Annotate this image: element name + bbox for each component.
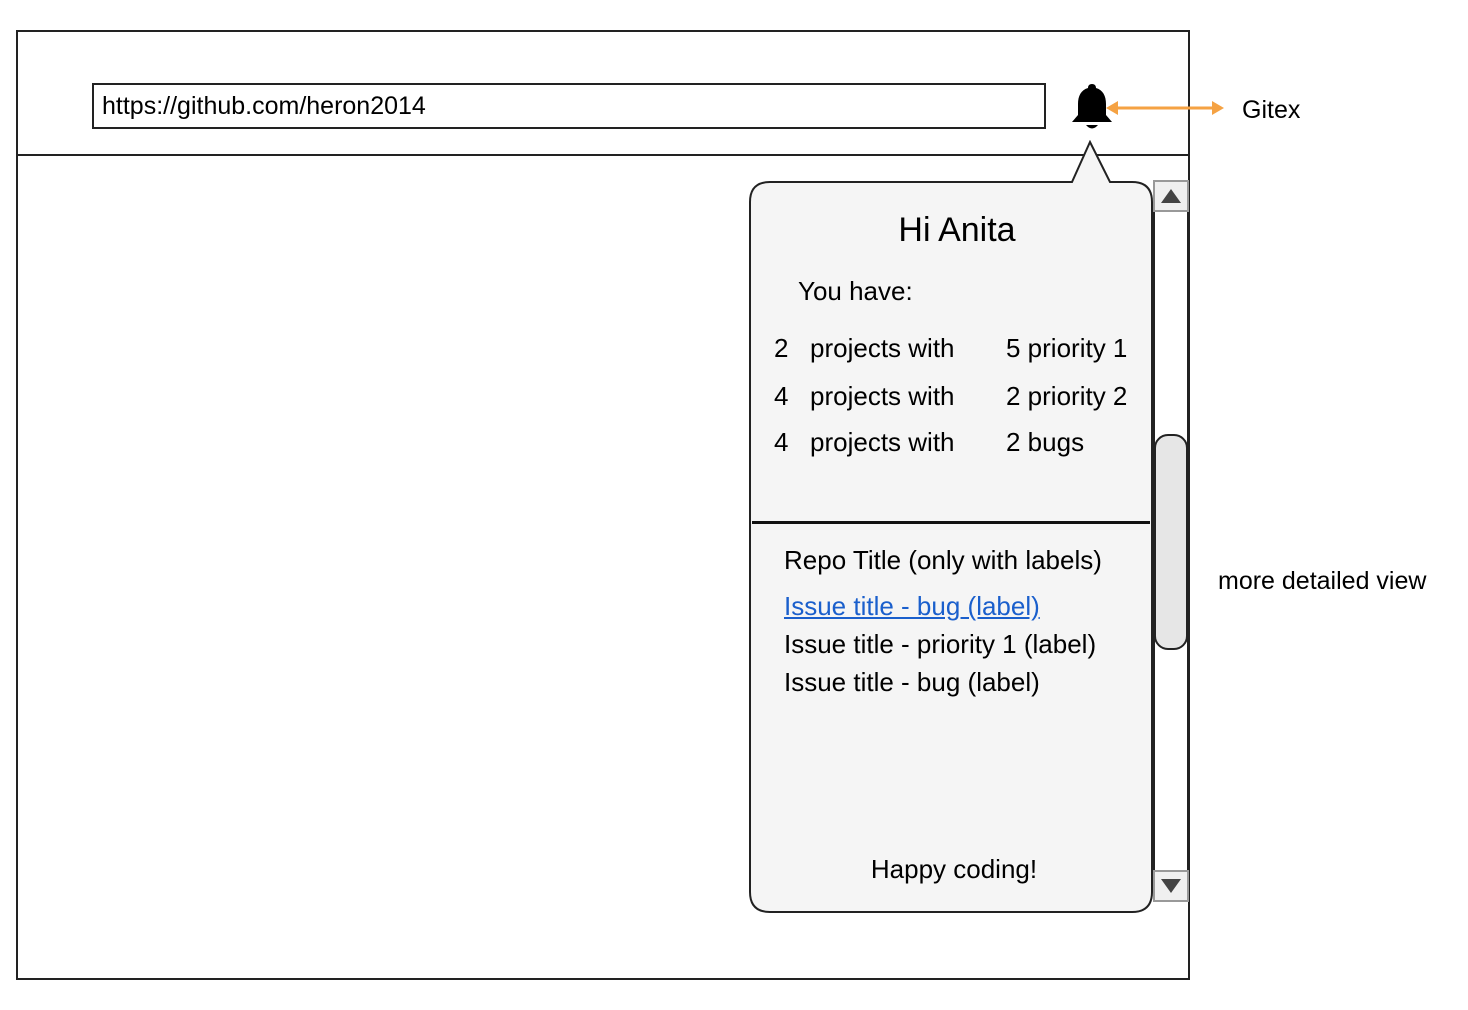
issue-item: Issue title - priority 1 (label) [784, 629, 1097, 659]
url-bar[interactable]: https://github.com/heron2014 [92, 83, 1046, 129]
notification-popup: Hi Anita You have: 2 projects with 5 pri… [752, 180, 1150, 910]
scroll-down-button[interactable] [1153, 870, 1189, 902]
scroll-thumb[interactable] [1154, 434, 1188, 650]
stat-row: 2 projects with 5 priority 1 [752, 332, 1150, 364]
stat-text: projects with [810, 427, 955, 457]
stat-row: 4 projects with 2 priority 2 [752, 380, 1150, 412]
section-divider [752, 521, 1150, 524]
triangle-down-icon [1161, 879, 1181, 893]
greeting: Hi Anita [898, 211, 1016, 249]
annotation-detail-view: more detailed view [1218, 567, 1427, 595]
repo-title: Repo Title (only with labels) [784, 545, 1102, 575]
stat-count: 4 [774, 381, 789, 411]
stat-text: projects with [810, 381, 955, 411]
stat-detail: 2 priority 2 [1006, 381, 1128, 411]
stat-detail: 5 priority 1 [1006, 333, 1128, 363]
popup-footer: Happy coding! [870, 854, 1038, 884]
stat-detail: 2 bugs [1006, 427, 1085, 457]
stat-row: 4 projects with 2 bugs [752, 426, 1150, 458]
stat-count: 2 [774, 333, 789, 363]
stat-count: 4 [774, 427, 789, 457]
summary-intro: You have: [798, 276, 913, 306]
issue-link-text[interactable]: Issue title - bug (label) [784, 591, 1040, 621]
scroll-up-button[interactable] [1153, 180, 1189, 212]
annotation-arrow [1106, 101, 1224, 115]
triangle-up-icon [1161, 189, 1181, 203]
stat-text: projects with [810, 333, 955, 363]
annotation-gitex: Gitex [1242, 96, 1301, 124]
issue-link[interactable]: Issue title - bug (label) [784, 591, 1040, 621]
issue-item: Issue title - bug (label) [784, 667, 1040, 697]
